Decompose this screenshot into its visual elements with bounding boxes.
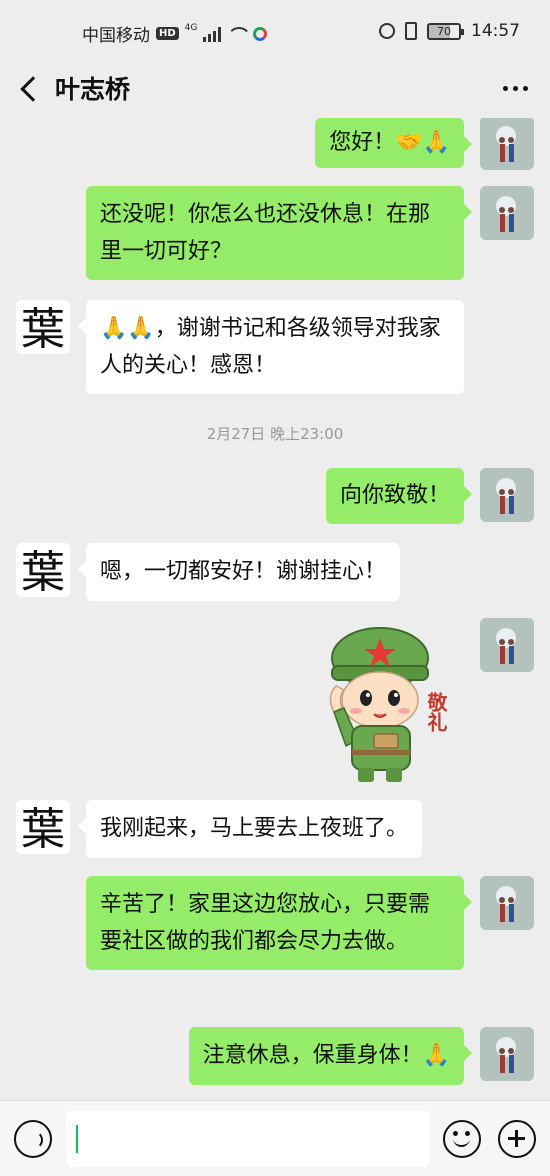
- contact-avatar[interactable]: 葉: [16, 543, 70, 597]
- status-bar: 中国移动 HD 4G 70 14:57: [0, 0, 550, 62]
- network-type: 4G: [184, 22, 198, 33]
- carrier-name: 中国移动: [82, 26, 150, 46]
- back-arrow-icon[interactable]: [18, 74, 40, 104]
- my-avatar[interactable]: [480, 618, 534, 672]
- hd-badge: HD: [156, 27, 179, 40]
- message-list[interactable]: 您好！🤝🙏 还没呢！你怎么也还没休息！在那里一切可好？ 葉 🙏🙏，谢谢书记和各级…: [0, 118, 550, 1100]
- message-bubble[interactable]: 🙏🙏，谢谢书记和各级领导对我家人的关心！感恩！: [78, 300, 464, 394]
- my-avatar[interactable]: [480, 118, 534, 170]
- salute-sticker[interactable]: 敬礼: [318, 616, 458, 786]
- contact-avatar[interactable]: 葉: [16, 800, 70, 854]
- message-bubble[interactable]: 我刚起来，马上要去上夜班了。: [77, 800, 423, 858]
- more-options-icon[interactable]: [503, 86, 528, 91]
- message-bubble[interactable]: 您好！🤝🙏: [315, 118, 472, 168]
- my-avatar[interactable]: [480, 1027, 534, 1081]
- contact-avatar-char: 葉: [21, 304, 65, 354]
- input-bar: [0, 1100, 550, 1176]
- alarm-icon: [379, 23, 395, 39]
- clock: 14:57: [471, 21, 520, 41]
- app-notification-icon: [253, 26, 268, 41]
- message-bubble[interactable]: 注意休息，保重身体！🙏: [188, 1027, 473, 1085]
- my-avatar[interactable]: [480, 468, 534, 522]
- message-bubble[interactable]: 还没呢！你怎么也还没休息！在那里一切可好？: [86, 186, 472, 280]
- my-avatar[interactable]: [480, 186, 534, 240]
- voice-input-icon[interactable]: [14, 1120, 52, 1158]
- sticker-text: 敬礼: [424, 692, 448, 732]
- message-input[interactable]: [66, 1111, 430, 1167]
- chat-header: 叶志桥: [0, 62, 550, 118]
- emoji-icon[interactable]: [443, 1120, 481, 1158]
- text-caret: [76, 1125, 78, 1153]
- contact-avatar[interactable]: 葉: [16, 300, 70, 354]
- signal-icon: [203, 26, 222, 42]
- status-left: 中国移动 HD 4G: [82, 21, 268, 46]
- message-bubble[interactable]: 辛苦了！家里这边您放心，只要需要社区做的我们都会尽力去做。: [86, 876, 472, 970]
- message-bubble[interactable]: 嗯，一切都安好！谢谢挂心！: [77, 543, 401, 601]
- vibrate-icon: [405, 22, 417, 40]
- battery-icon: 70: [427, 22, 464, 40]
- chat-title: 叶志桥: [55, 75, 131, 104]
- message-timestamp: 2月27日 晚上23:00: [206, 425, 344, 443]
- plus-icon[interactable]: [498, 1120, 536, 1158]
- message-bubble[interactable]: 向你致敬！: [325, 468, 473, 524]
- contact-avatar-char: 葉: [21, 547, 65, 597]
- my-avatar[interactable]: [480, 876, 534, 930]
- contact-avatar-char: 葉: [21, 804, 65, 854]
- wifi-icon: [227, 27, 247, 41]
- status-right: 70 14:57: [379, 21, 520, 41]
